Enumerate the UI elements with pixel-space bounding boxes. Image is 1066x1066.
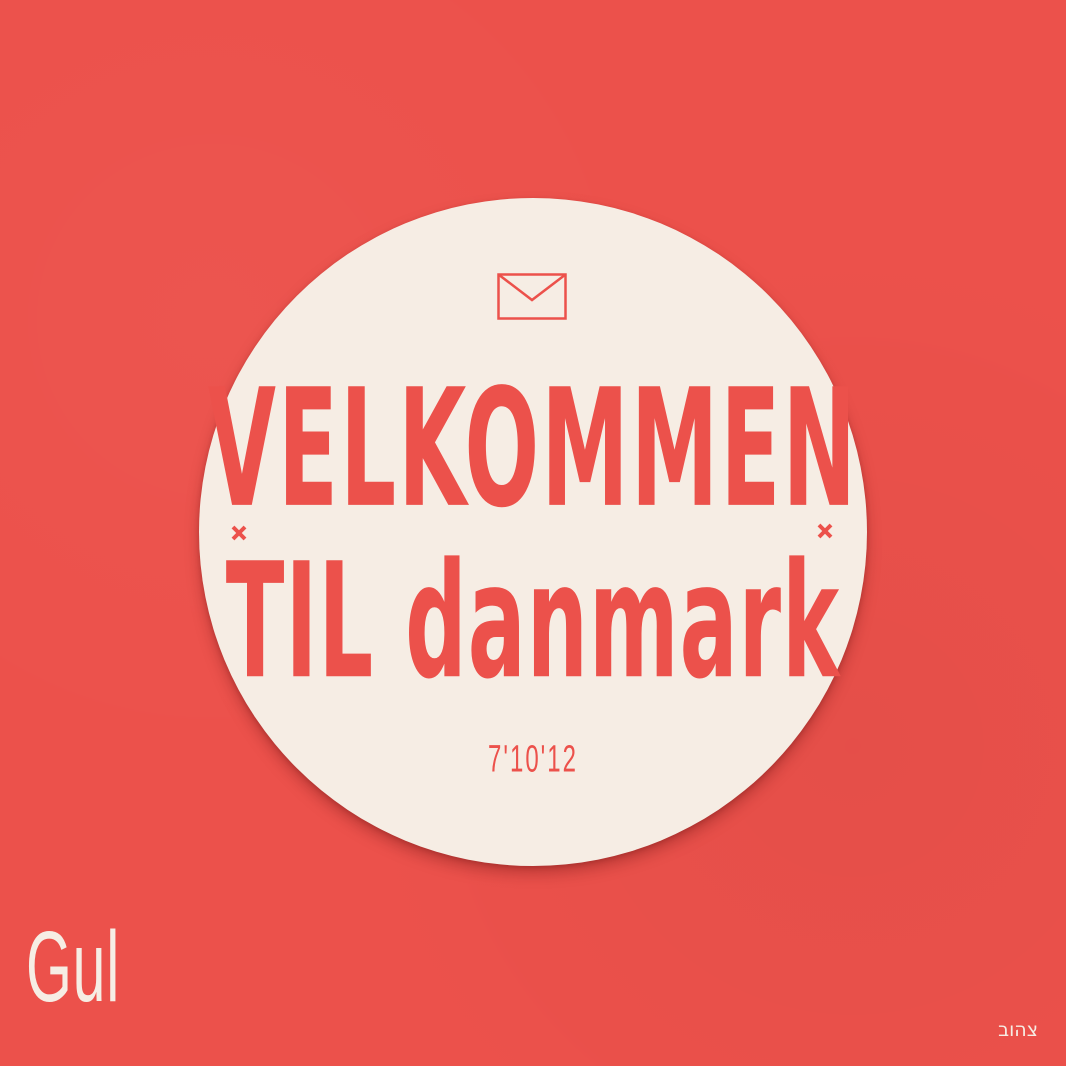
date-label: 7'10'12: [488, 738, 578, 782]
headline-til-danmark: TIL danmark: [225, 530, 841, 716]
headline-velkommen: VELKOMMEN: [207, 353, 859, 544]
poster: VELKOMMEN TIL danmark 7'10'12 Gul צהוב: [0, 0, 1066, 1066]
brand-name-hebrew: צהוב: [998, 1019, 1038, 1041]
welcome-badge: VELKOMMEN TIL danmark 7'10'12: [199, 198, 867, 866]
brand-name: Gul: [26, 911, 121, 1023]
envelope-icon: [497, 273, 567, 320]
